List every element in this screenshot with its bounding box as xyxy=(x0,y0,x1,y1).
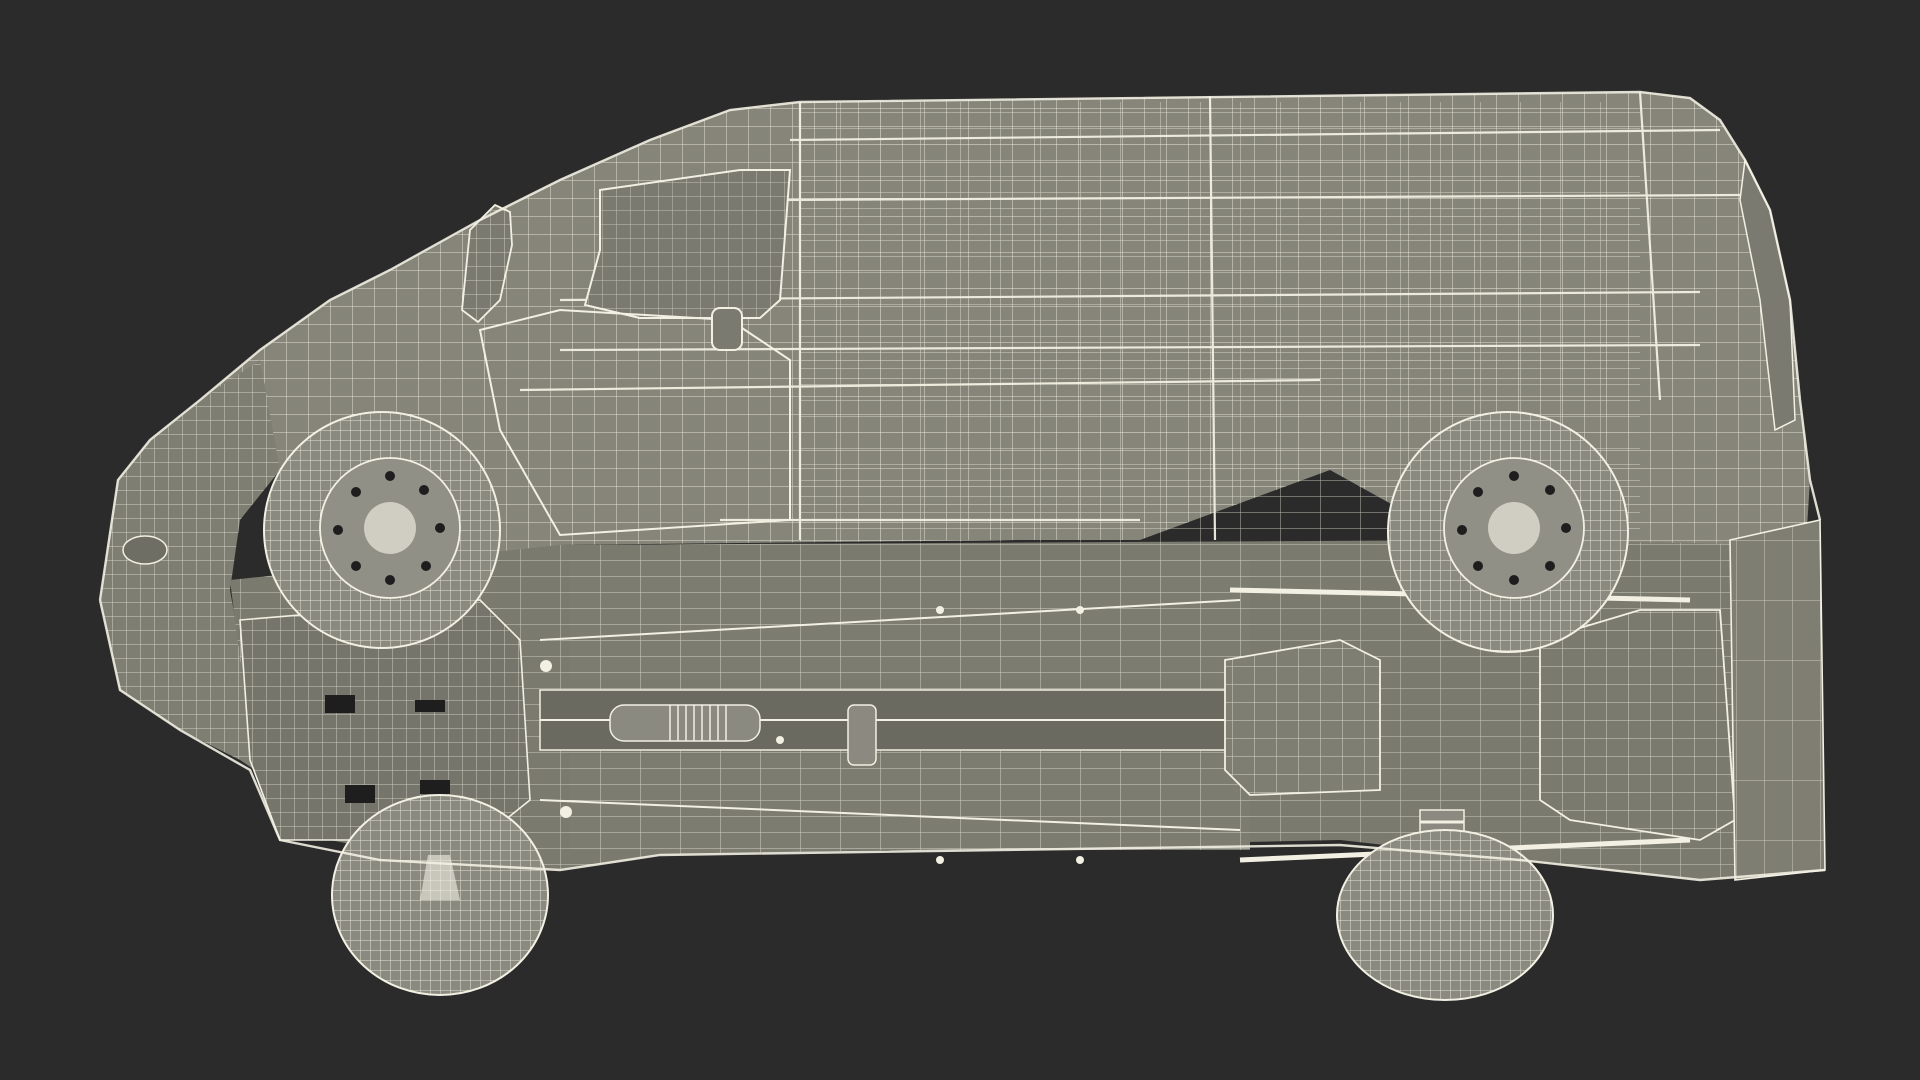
rear-upper-wheel xyxy=(1387,411,1629,653)
front-upper-wheel xyxy=(263,411,501,649)
front-lower-wheel xyxy=(331,794,549,996)
render-viewport xyxy=(0,0,1920,1080)
van-wireframe-render xyxy=(98,90,1826,1001)
rear-lower-wheel xyxy=(1336,829,1554,1001)
